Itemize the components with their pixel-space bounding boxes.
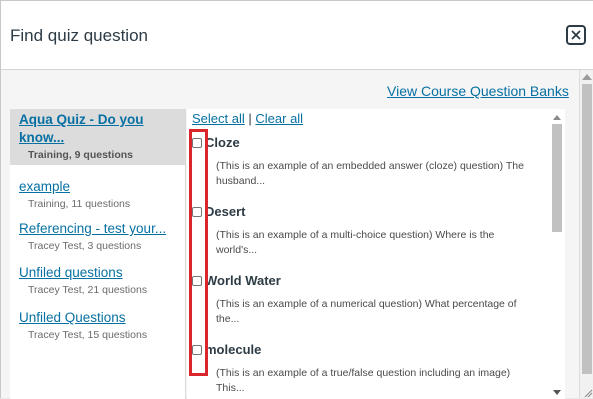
selection-controls: Select all | Clear all xyxy=(192,111,303,126)
question-description: (This is an example of a numerical quest… xyxy=(216,297,537,327)
bank-meta: Training, 11 questions xyxy=(28,198,131,210)
question-bank-list: Aqua Quiz - Do you know... Training, 9 q… xyxy=(10,109,186,399)
question-checkbox[interactable] xyxy=(192,344,202,355)
close-icon xyxy=(571,30,581,40)
bank-meta: Training, 9 questions xyxy=(28,149,134,161)
question-name: Desert xyxy=(205,204,246,219)
bank-title[interactable]: example xyxy=(19,178,185,196)
bank-meta: Tracey Test, 15 questions xyxy=(28,329,148,341)
question-item-cloze: Cloze (This is an example of an embedded… xyxy=(192,135,537,189)
bank-item-referencing[interactable]: Referencing - test your... Tracey Test, … xyxy=(10,220,185,252)
bank-meta: Tracey Test, 21 questions xyxy=(28,284,148,296)
dialog-header: Find quiz question xyxy=(1,1,593,70)
bank-title[interactable]: Unfiled Questions xyxy=(19,309,185,327)
question-description-line: (This is an example of a numerical quest… xyxy=(216,298,517,310)
question-name: World Water xyxy=(205,273,281,288)
question-item-world-water: World Water (This is an example of a num… xyxy=(192,273,537,327)
bank-title[interactable]: Unfiled questions xyxy=(19,264,185,282)
find-quiz-question-dialog: Find quiz question View Course Question … xyxy=(0,0,593,399)
question-list-scrollbar[interactable] xyxy=(549,109,565,399)
bank-meta: Tracey Test, 3 questions xyxy=(28,240,142,252)
bank-item-example[interactable]: example Training, 11 questions xyxy=(10,178,185,210)
question-name: molecule xyxy=(205,342,262,357)
question-checkbox[interactable] xyxy=(192,275,202,286)
question-description-line: world's... xyxy=(216,244,258,256)
dialog-title: Find quiz question xyxy=(10,26,148,45)
question-description-line: (This is an example of a true/false ques… xyxy=(216,367,511,379)
dialog-scrollbar[interactable] xyxy=(579,70,593,398)
question-description-line: husband... xyxy=(216,175,266,187)
question-description-line: (This is an example of a multi-choice qu… xyxy=(216,229,495,241)
question-checkbox[interactable] xyxy=(192,206,202,217)
resize-grip-icon[interactable] xyxy=(583,388,593,398)
bank-item-aqua-quiz[interactable]: Aqua Quiz - Do you know... Training, 9 q… xyxy=(10,109,185,165)
question-description: (This is an example of a true/false ques… xyxy=(216,366,537,396)
question-list-panel: Select all | Clear all Cloze (This is an… xyxy=(187,109,565,399)
selection-separator: | xyxy=(248,111,252,126)
question-item-desert: Desert (This is an example of a multi-ch… xyxy=(192,204,537,258)
scrollbar-thumb[interactable] xyxy=(582,84,592,374)
scrollbar-thumb[interactable] xyxy=(552,124,562,232)
dialog-body: View Course Question Banks Aqua Quiz - D… xyxy=(1,70,593,399)
question-item-molecule: molecule (This is an example of a true/f… xyxy=(192,342,537,396)
question-description-line: This... xyxy=(216,382,245,394)
bank-title[interactable]: Referencing - test your... xyxy=(19,220,185,238)
question-description: (This is an example of an embedded answe… xyxy=(216,159,537,189)
scroll-up-arrow-icon[interactable] xyxy=(553,115,561,120)
clear-all-link[interactable]: Clear all xyxy=(255,111,303,126)
bank-item-unfiled-questions-upper[interactable]: Unfiled Questions Tracey Test, 15 questi… xyxy=(10,309,185,341)
question-name: Cloze xyxy=(205,135,240,150)
bank-title[interactable]: Aqua Quiz - Do you know... xyxy=(19,111,185,147)
select-all-link[interactable]: Select all xyxy=(192,111,245,126)
bank-item-unfiled-questions-lower[interactable]: Unfiled questions Tracey Test, 21 questi… xyxy=(10,264,185,296)
scroll-up-arrow-icon[interactable] xyxy=(582,74,592,80)
question-description-line: (This is an example of an embedded answe… xyxy=(216,160,524,172)
scroll-down-arrow-icon[interactable] xyxy=(553,390,561,395)
question-description: (This is an example of a multi-choice qu… xyxy=(216,228,537,258)
view-course-question-banks-link[interactable]: View Course Question Banks xyxy=(387,83,569,99)
close-button[interactable] xyxy=(566,25,586,45)
question-checkbox[interactable] xyxy=(192,137,202,148)
question-description-line: the... xyxy=(216,313,240,325)
